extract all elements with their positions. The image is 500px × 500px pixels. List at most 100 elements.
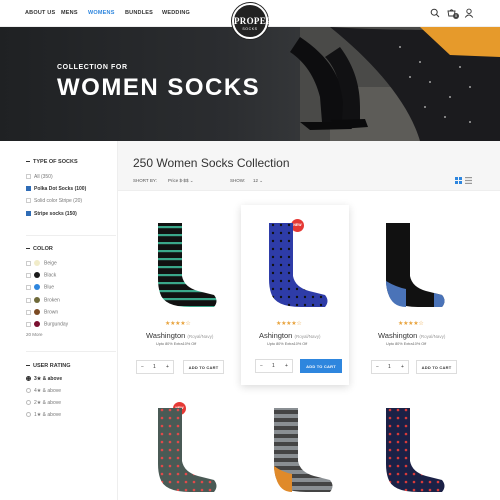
filter-type-polka-dot[interactable]: Polka Dot Socks (100) [26,186,86,192]
product-name-text: Washington [378,331,418,340]
filter-rating-1[interactable]: 1★ & above [26,412,61,418]
checkbox[interactable] [26,297,31,303]
quantity-value: 1 [272,363,275,369]
grid-view-icon[interactable] [455,177,462,184]
filter-type-solid-stripe[interactable]: Solid color Stripe (20) [26,198,82,204]
radio-selected[interactable] [26,376,31,382]
filter-rating-4[interactable]: 4★ & above [26,388,61,394]
checkbox[interactable] [26,284,31,290]
add-to-cart-button[interactable]: ADD TO CART [183,360,224,374]
quantity-value: 1 [388,364,391,370]
rating-stars: ★★★★☆ [276,321,302,327]
product-listing: 250 Women Socks Collection SHORT BY: Pri… [118,141,500,500]
dash-icon [26,161,30,163]
filter-color-brown[interactable]: Brown [26,309,58,315]
filter-option-label: 3★ & above [34,376,63,382]
filter-heading-rating-label: USER RATING [33,363,71,369]
checkbox[interactable] [26,260,31,266]
product-card[interactable]: ★★★★☆ Washington (Royal/Navy) Upto 80% E… [368,209,476,389]
quantity-stepper[interactable]: − 1 + [255,359,293,373]
filter-option-label: Polka Dot Socks (100) [34,186,87,192]
sort-dropdown-value: Price $-$$ [168,178,189,183]
add-to-cart-button[interactable]: ADD TO CART [416,360,457,374]
filter-heading-color-label: COLOR [33,246,53,252]
radio[interactable] [26,400,31,406]
filter-type-all[interactable]: All (350) [26,174,53,180]
filter-type-stripe[interactable]: Stripe socks (150) [26,211,77,217]
filter-rating-2[interactable]: 2★ & above [26,400,61,406]
chevron-down-icon: ⌄ [259,178,264,183]
brand-logo[interactable]: PROPER SOCKS [232,3,273,39]
product-name[interactable]: Washington (Royal/Navy) [378,331,445,340]
minus-icon[interactable]: − [260,363,263,369]
sort-dropdown[interactable]: Price $-$$ ⌄ [168,178,194,184]
product-card-featured[interactable]: NEW ★★★★☆ Ashington (Royal/Navy) Upto 80… [241,205,349,385]
filter-rating-3[interactable]: 3★ & above [26,376,62,382]
quantity-stepper[interactable]: − 1 + [136,360,174,374]
minus-icon[interactable]: − [141,364,144,370]
nav-link-wedding[interactable]: WEDDING [162,10,190,16]
filter-color-broken[interactable]: Broken [26,297,60,303]
hero-banner: COLLECTION FOR WOMEN SOCKS [0,27,500,141]
color-swatch [34,297,40,303]
sort-label: SHORT BY: [133,178,157,183]
checkbox[interactable] [26,272,31,278]
product-name[interactable]: Washington (Royal/Navy) [146,331,213,340]
show-dropdown-value: 12 [253,178,259,183]
radio[interactable] [26,388,31,394]
more-colors-link[interactable]: 20 More [26,332,43,337]
checkbox[interactable] [26,309,31,315]
product-image[interactable] [378,221,448,316]
filter-color-black[interactable]: Black [26,272,56,278]
divider [26,351,116,352]
nav-link-bundles[interactable]: BUNDLES [125,10,153,16]
minus-icon[interactable]: − [376,364,379,370]
checkbox[interactable] [26,174,31,180]
add-to-cart-button[interactable]: ADD TO CART [300,359,342,373]
plus-icon[interactable]: + [401,364,404,370]
nav-link-womens[interactable]: WOMENS [88,10,115,16]
product-image[interactable] [266,406,336,500]
filter-color-beige[interactable]: Beige [26,260,57,266]
filter-heading-type-label: TYPE OF SOCKS [33,159,78,165]
product-image[interactable] [150,406,220,500]
checkbox[interactable] [26,198,31,204]
plus-icon[interactable]: + [285,363,288,369]
product-image[interactable] [261,221,331,316]
nav-link-mens[interactable]: MENS [61,10,78,16]
filter-option-label: Stripe socks (150) [34,211,77,217]
show-dropdown[interactable]: 12 ⌄ [253,178,263,184]
filter-option-label: Solid color Stripe (20) [34,198,83,204]
plus-icon[interactable]: + [166,364,169,370]
search-icon[interactable] [430,8,440,18]
checkbox-checked[interactable] [26,186,31,192]
quantity-value: 1 [153,364,156,370]
checkbox-checked[interactable] [26,211,31,217]
logo-subtext: SOCKS [242,27,258,31]
product-card[interactable] [246,396,354,500]
nav-link-about-us[interactable]: ABOUT US [25,10,55,16]
quantity-stepper[interactable]: − 1 + [371,360,409,374]
product-card[interactable]: NEW [130,396,238,500]
filter-option-label: Black [44,272,57,279]
checkbox[interactable] [26,321,31,327]
dash-icon [26,365,30,367]
product-image[interactable] [150,221,220,316]
filter-heading-color: COLOR [26,246,53,252]
list-view-icon[interactable] [465,177,472,184]
hero-title: WOMEN SOCKS [57,74,261,101]
product-card[interactable]: ★★★★☆ Washington (Royal/Navy) Upto 80% E… [130,209,238,389]
filter-sidebar: TYPE OF SOCKS All (350) Polka Dot Socks … [0,141,118,500]
filter-option-label: Brown [44,309,59,316]
dash-icon [26,248,30,250]
product-card[interactable] [368,396,476,500]
radio[interactable] [26,412,31,418]
filter-color-burgunday[interactable]: Burgunday [26,321,68,327]
product-variant: (Royal/Navy) [419,334,446,339]
divider [26,235,116,236]
product-name[interactable]: Ashington (Royal/Navy) [259,331,320,340]
product-image[interactable] [378,406,448,500]
filter-option-label: 2★ & above [34,400,61,406]
user-icon[interactable] [464,8,474,18]
filter-color-blue[interactable]: Blue [26,284,54,290]
